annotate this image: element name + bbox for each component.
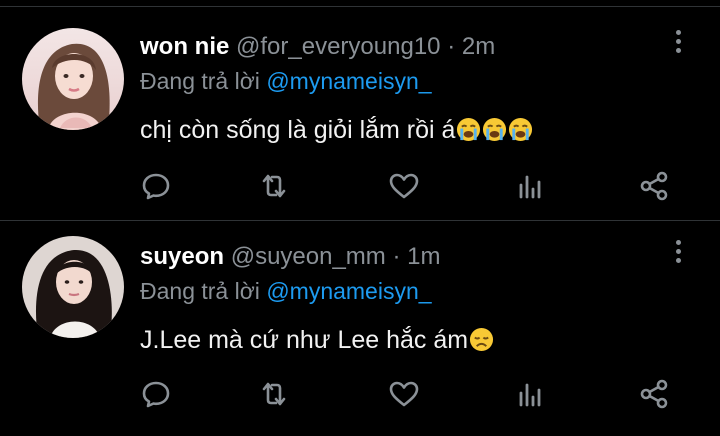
loudly-crying-face-icon <box>483 117 507 142</box>
separator-dot: · <box>447 33 456 60</box>
display-name[interactable]: suyeon <box>140 243 224 270</box>
more-options-icon[interactable] <box>672 240 684 270</box>
timestamp[interactable]: 2m <box>462 33 495 60</box>
divider <box>0 220 720 221</box>
retweet-button[interactable] <box>256 376 292 412</box>
reply-icon <box>142 381 170 408</box>
mention-link[interactable]: @mynameisyn_ <box>266 278 431 304</box>
divider <box>0 6 720 7</box>
share-icon <box>640 379 668 409</box>
tweet-actions <box>0 376 720 416</box>
display-name[interactable]: won nie <box>140 33 229 60</box>
tweet-header: suyeon @suyeon_mm · 1m <box>140 242 440 272</box>
reply-feed: won nie @for_everyoung10 · 2m Đang trả l… <box>0 0 720 436</box>
bar-chart-icon <box>519 175 541 199</box>
reply-icon <box>142 173 170 200</box>
separator-dot: · <box>392 243 401 270</box>
heart-icon <box>389 173 419 199</box>
timestamp[interactable]: 1m <box>407 243 440 270</box>
share-button[interactable] <box>636 376 672 412</box>
tweet-actions <box>0 168 720 208</box>
replying-to-label: Đang trả lời <box>140 278 260 304</box>
retweet-button[interactable] <box>256 168 292 204</box>
replying-to-label: Đang trả lời <box>140 68 260 94</box>
share-icon <box>640 171 668 201</box>
tweet-text: J.Lee mà cứ như Lee hắc ám <box>140 324 494 356</box>
retweet-icon <box>262 382 286 406</box>
share-button[interactable] <box>636 168 672 204</box>
reply-button[interactable] <box>138 376 174 412</box>
like-button[interactable] <box>386 376 422 412</box>
tweet-text-content: J.Lee mà cứ như Lee hắc ám <box>140 326 469 354</box>
replying-to: Đang trả lời @mynameisyn_ <box>140 66 432 96</box>
tweet-text: chị còn sống là giỏi lắm rồi á <box>140 114 533 146</box>
mention-link[interactable]: @mynameisyn_ <box>266 68 431 94</box>
retweet-icon <box>262 174 286 198</box>
user-handle[interactable]: @suyeon_mm <box>231 243 386 270</box>
bar-chart-icon <box>519 383 541 407</box>
reply-tweet[interactable]: won nie @for_everyoung10 · 2m Đang trả l… <box>0 8 720 218</box>
tweet-header: won nie @for_everyoung10 · 2m <box>140 32 495 62</box>
views-button[interactable] <box>512 376 548 412</box>
disappointed-face-icon <box>470 327 494 352</box>
user-handle[interactable]: @for_everyoung10 <box>236 33 441 60</box>
more-options-icon[interactable] <box>672 30 684 60</box>
reply-tweet[interactable]: suyeon @suyeon_mm · 1m Đang trả lời @myn… <box>0 222 720 434</box>
tweet-text-content: chị còn sống là giỏi lắm rồi á <box>140 116 456 144</box>
heart-icon <box>389 381 419 407</box>
views-button[interactable] <box>512 168 548 204</box>
loudly-crying-face-icon <box>509 117 533 142</box>
loudly-crying-face-icon <box>457 117 481 142</box>
avatar[interactable] <box>22 236 124 338</box>
like-button[interactable] <box>386 168 422 204</box>
avatar[interactable] <box>22 28 124 130</box>
reply-button[interactable] <box>138 168 174 204</box>
replying-to: Đang trả lời @mynameisyn_ <box>140 276 432 306</box>
